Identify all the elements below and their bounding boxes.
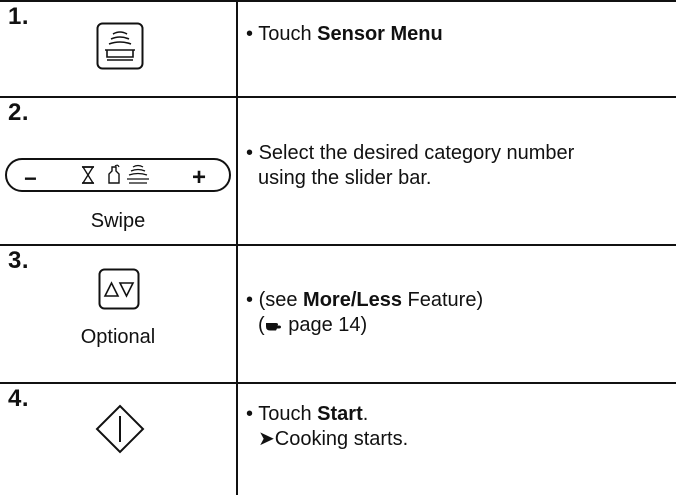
step-number: 3. [8,247,30,274]
timer-icon [81,166,95,184]
swipe-caption: Swipe [90,210,146,232]
step-1-text: • Touch Sensor Menu [246,22,443,47]
text-line-1: Select the desired category number [258,142,575,164]
bullet: • [246,289,254,311]
step-row-1: 1. • Touch Sensor Menu [0,0,676,98]
result-arrow-icon: ➤ [258,428,275,450]
step-3-text: • (see More/Less Feature) ( page 14) [246,288,483,338]
food-icon [108,164,120,184]
slider-plus: + [192,164,207,191]
sensor-icon [127,164,149,184]
text-prefix: Touch [258,403,318,425]
text-prefix: (see [258,289,304,311]
pointing-hand-icon [265,323,281,331]
more-less-label: More/Less [303,289,402,311]
step-2-text: • Select the desired category number usi… [246,141,574,191]
text-suffix: Feature) [401,289,484,311]
more-less-icon [98,268,140,310]
step-number: 1. [8,3,30,30]
page-ref-text: page 14) [282,314,368,336]
bullet: • [246,403,254,425]
text-prefix: Touch [258,23,318,45]
step-number: 4. [8,385,30,412]
step-number: 2. [8,99,30,126]
step-row-4: 4. • Touch Start. ➤Cooking starts. [0,382,676,497]
step-4-text: • Touch Start. ➤Cooking starts. [246,402,408,452]
sensor-menu-icon [96,22,144,70]
result-text: Cooking starts. [274,428,409,450]
text-line-2: using the slider bar. [258,167,432,189]
start-icon [95,404,145,454]
text-suffix: . [362,403,369,425]
step-row-2: 2. − + Swipe • Select the desired catego… [0,96,676,246]
sensor-menu-label: Sensor Menu [317,23,443,45]
slider-minus: − [24,166,37,191]
start-label: Start [317,403,363,425]
step-row-3: 3. Optional • (see More/Less Feature) ( … [0,244,676,384]
bullet: • [246,23,254,45]
bullet: • [246,142,254,164]
optional-caption: Optional [80,326,156,348]
page-ref-open: ( [258,314,265,336]
